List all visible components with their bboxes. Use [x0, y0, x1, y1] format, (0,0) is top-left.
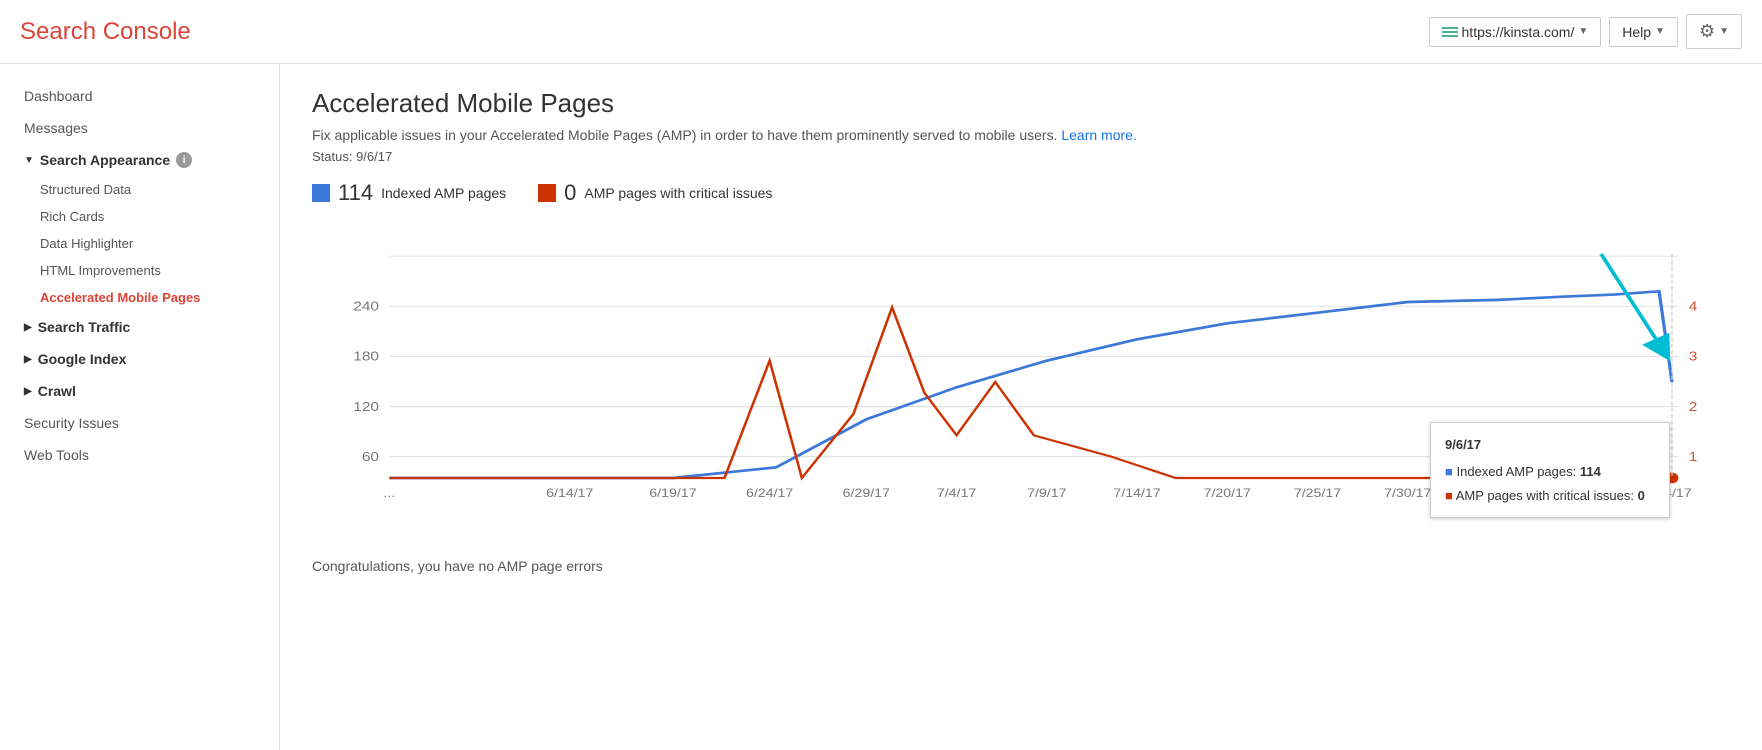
- svg-text:7/20/17: 7/20/17: [1204, 486, 1251, 500]
- svg-text:60: 60: [362, 450, 379, 464]
- crawl-arrow-icon: ▶: [24, 386, 32, 397]
- site-icon: [1442, 27, 1458, 37]
- svg-text:...: ...: [383, 486, 395, 500]
- main-content: Accelerated Mobile Pages Fix applicable …: [280, 64, 1762, 750]
- sidebar: Dashboard Messages ▼ Search Appearance i…: [0, 64, 280, 750]
- svg-text:6/14/17: 6/14/17: [546, 486, 593, 500]
- sidebar-item-rich-cards[interactable]: Rich Cards: [0, 203, 279, 230]
- google-index-label: Google Index: [38, 351, 127, 367]
- status-line: Status: 9/6/17: [312, 149, 1730, 164]
- help-button[interactable]: Help ▼: [1609, 17, 1678, 47]
- legend-red-box: [538, 184, 556, 202]
- page-description: Fix applicable issues in your Accelerate…: [312, 127, 1730, 143]
- tooltip-indexed-value: 114: [1580, 464, 1601, 479]
- svg-text:6/19/17: 6/19/17: [649, 486, 696, 500]
- structured-data-label: Structured Data: [40, 182, 131, 197]
- tooltip-date: 9/6/17: [1445, 433, 1655, 456]
- html-improvements-label: HTML Improvements: [40, 263, 161, 278]
- indexed-label: Indexed AMP pages: [381, 185, 506, 201]
- svg-text:4: 4: [1689, 300, 1698, 314]
- tooltip-critical-value: 0: [1638, 488, 1645, 503]
- messages-label: Messages: [24, 120, 88, 136]
- info-icon: i: [176, 152, 192, 168]
- sidebar-item-data-highlighter[interactable]: Data Highlighter: [0, 230, 279, 257]
- settings-button[interactable]: ⚙ ▼: [1686, 14, 1742, 49]
- search-traffic-arrow-icon: ▶: [24, 322, 32, 333]
- header: Search Console https://kinsta.com/ ▼ Hel…: [0, 0, 1762, 64]
- description-text: Fix applicable issues in your Accelerate…: [312, 127, 1057, 143]
- svg-text:7/9/17: 7/9/17: [1027, 486, 1066, 500]
- svg-text:1: 1: [1689, 450, 1698, 464]
- svg-text:7/4/17: 7/4/17: [937, 486, 976, 500]
- svg-text:120: 120: [353, 400, 379, 414]
- legend-blue-box: [312, 184, 330, 202]
- sidebar-item-web-tools[interactable]: Web Tools: [0, 439, 279, 471]
- svg-text:180: 180: [353, 350, 379, 364]
- crawl-label: Crawl: [38, 383, 76, 399]
- critical-count: 0: [564, 180, 576, 206]
- help-label: Help: [1622, 24, 1651, 40]
- search-traffic-label: Search Traffic: [38, 319, 131, 335]
- security-issues-label: Security Issues: [24, 415, 119, 431]
- learn-more-link[interactable]: Learn more.: [1061, 127, 1136, 143]
- sidebar-section-search-appearance[interactable]: ▼ Search Appearance i: [0, 144, 279, 176]
- sidebar-section-search-traffic[interactable]: ▶ Search Traffic: [0, 311, 279, 343]
- chart-container: 60 120 180 240 1 2 3 4 ... 6/14/17 6/19/…: [312, 222, 1730, 542]
- sidebar-item-security-issues[interactable]: Security Issues: [0, 407, 279, 439]
- sidebar-section-google-index[interactable]: ▶ Google Index: [0, 343, 279, 375]
- sidebar-item-dashboard[interactable]: Dashboard: [0, 80, 279, 112]
- tooltip-indexed-row: ■ Indexed AMP pages: 114: [1445, 460, 1655, 483]
- critical-label: AMP pages with critical issues: [584, 185, 772, 201]
- sidebar-item-html-improvements[interactable]: HTML Improvements: [0, 257, 279, 284]
- header-controls: https://kinsta.com/ ▼ Help ▼ ⚙ ▼: [1429, 14, 1742, 49]
- help-chevron-icon: ▼: [1655, 26, 1665, 37]
- congrats-message: Congratulations, you have no AMP page er…: [312, 558, 1730, 574]
- svg-text:240: 240: [353, 300, 379, 314]
- legend-indexed: 114 Indexed AMP pages: [312, 180, 506, 206]
- layout: Dashboard Messages ▼ Search Appearance i…: [0, 64, 1762, 750]
- svg-text:3: 3: [1689, 350, 1698, 364]
- page-title: Accelerated Mobile Pages: [312, 88, 1730, 119]
- dashboard-label: Dashboard: [24, 88, 93, 104]
- tooltip-indexed-label: Indexed AMP pages:: [1456, 464, 1576, 479]
- sidebar-item-messages[interactable]: Messages: [0, 112, 279, 144]
- chart-tooltip: 9/6/17 ■ Indexed AMP pages: 114 ■ AMP pa…: [1430, 422, 1670, 518]
- sidebar-section-crawl[interactable]: ▶ Crawl: [0, 375, 279, 407]
- search-appearance-label: Search Appearance: [40, 152, 170, 168]
- sidebar-item-amp[interactable]: Accelerated Mobile Pages: [0, 284, 279, 311]
- site-chevron-icon: ▼: [1578, 26, 1588, 37]
- search-appearance-arrow-icon: ▼: [24, 155, 34, 166]
- indexed-count: 114: [338, 180, 373, 206]
- svg-text:6/29/17: 6/29/17: [843, 486, 890, 500]
- settings-chevron-icon: ▼: [1719, 26, 1729, 37]
- amp-label: Accelerated Mobile Pages: [40, 290, 200, 305]
- rich-cards-label: Rich Cards: [40, 209, 104, 224]
- data-highlighter-label: Data Highlighter: [40, 236, 133, 251]
- legend-critical: 0 AMP pages with critical issues: [538, 180, 772, 206]
- google-index-arrow-icon: ▶: [24, 354, 32, 365]
- chart-legend: 114 Indexed AMP pages 0 AMP pages with c…: [312, 180, 1730, 206]
- svg-text:7/30/17: 7/30/17: [1384, 486, 1431, 500]
- tooltip-critical-row: ■ AMP pages with critical issues: 0: [1445, 484, 1655, 507]
- svg-text:7/14/17: 7/14/17: [1113, 486, 1160, 500]
- svg-text:2: 2: [1689, 400, 1698, 414]
- gear-icon: ⚙: [1699, 21, 1715, 42]
- site-selector[interactable]: https://kinsta.com/ ▼: [1429, 17, 1602, 47]
- web-tools-label: Web Tools: [24, 447, 89, 463]
- tooltip-critical-label: AMP pages with critical issues:: [1456, 488, 1634, 503]
- svg-text:7/25/17: 7/25/17: [1294, 486, 1341, 500]
- app-title: Search Console: [20, 18, 191, 46]
- svg-text:6/24/17: 6/24/17: [746, 486, 793, 500]
- site-url-label: https://kinsta.com/: [1462, 24, 1575, 40]
- sidebar-item-structured-data[interactable]: Structured Data: [0, 176, 279, 203]
